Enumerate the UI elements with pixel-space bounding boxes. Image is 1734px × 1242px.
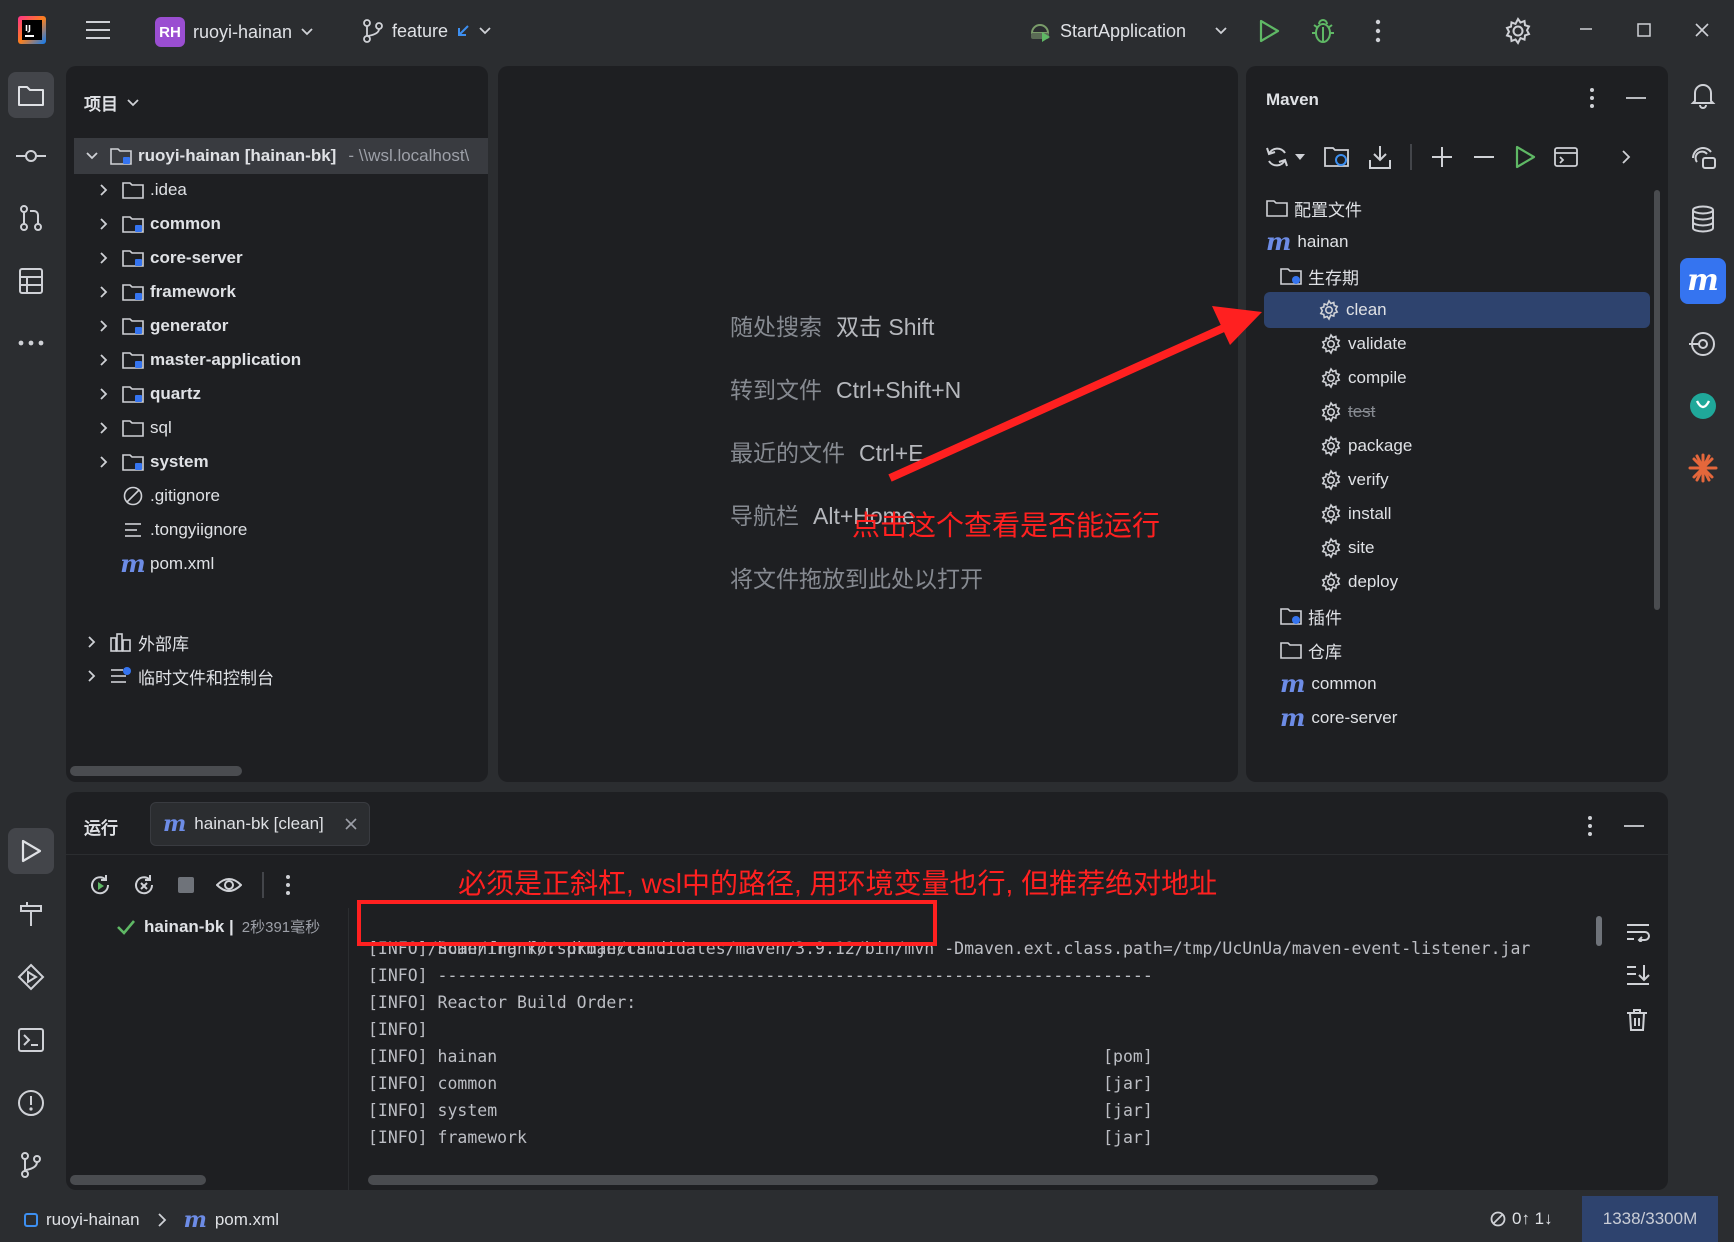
annotation-arrow-shaft xyxy=(888,322,1230,482)
annotation-overlay xyxy=(357,306,1262,946)
annotation-maven-hint: 点击这个查看是否能运行 xyxy=(852,510,1161,541)
annotation-path-box xyxy=(357,900,937,946)
annotation-path-hint: 必须是正斜杠, wsl中的路径, 用环境变量也行, 但推荐绝对地址 xyxy=(458,868,1218,899)
